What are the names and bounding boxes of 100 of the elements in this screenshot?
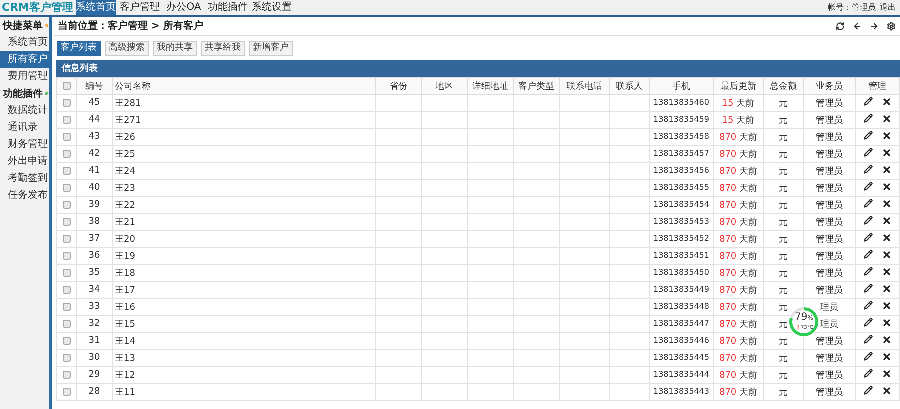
edit-icon[interactable] [864,369,872,378]
delete-icon[interactable] [882,216,892,226]
checkbox[interactable] [62,150,70,158]
delete-icon[interactable] [882,368,892,379]
edit-icon[interactable] [864,131,872,140]
column-header: 联系电话 [560,78,610,94]
edit-icon[interactable] [864,335,872,344]
table-cell: 管理员 [804,264,856,282]
edit-icon[interactable] [864,199,872,208]
settings-icon[interactable] [887,22,896,30]
delete-icon[interactable] [882,284,892,294]
checkbox[interactable] [62,336,70,345]
checkbox[interactable] [62,388,70,396]
nav-tab[interactable]: 系统设置 [252,0,292,15]
table-cell: 元 [764,264,804,282]
checkbox[interactable] [62,166,70,175]
table-cell: 13813835456 [654,166,710,175]
toolbar-button[interactable]: 我的共享 [153,40,197,56]
logout-link[interactable]: 退出 [880,0,896,15]
delete-icon[interactable] [882,164,892,175]
toolbar-button[interactable]: 新增客户 [249,40,293,56]
checkbox[interactable] [62,116,70,124]
sidebar-item[interactable]: 数据统计 [0,102,49,119]
forward-arrow-icon[interactable] [870,22,879,30]
checkbox[interactable] [62,320,70,328]
toolbar-button[interactable]: 客户列表 [57,40,101,56]
delete-icon[interactable] [882,334,892,345]
table-cell: 13813835453 [654,217,710,226]
table-cell: 元 [764,248,804,264]
refresh-icon[interactable] [836,22,845,30]
table-cell: 34 [76,282,112,298]
edit-icon[interactable] [864,301,872,310]
delete-icon[interactable] [882,386,892,396]
column-header: 联系人 [610,78,650,94]
delete-icon[interactable] [882,352,892,362]
delete-icon[interactable] [882,198,892,209]
checkbox[interactable] [62,98,70,107]
nav-tab[interactable]: 功能插件 [208,0,248,15]
delete-icon[interactable] [882,182,892,192]
table-cell: 870 天前 [719,388,758,398]
checkbox[interactable] [62,302,70,311]
delete-icon[interactable] [882,300,892,311]
edit-icon[interactable] [864,114,872,124]
checkbox[interactable] [62,252,70,260]
edit-icon[interactable] [864,97,872,106]
edit-icon[interactable] [864,165,872,174]
delete-icon[interactable] [882,266,892,277]
table-cell: 王23 [112,180,376,196]
checkbox[interactable] [62,82,70,90]
table-cell: 36 [76,248,112,264]
table-cell: 870 天前 [719,150,758,160]
table-cell: 王18 [112,264,376,282]
delete-icon[interactable] [882,232,892,243]
checkbox[interactable] [62,200,70,209]
table-cell: 13813835451 [654,251,710,260]
table-cell: 870 天前 [719,218,758,228]
back-arrow-icon[interactable] [853,22,862,30]
sidebar-item[interactable]: 所有客户 [0,51,49,68]
edit-icon[interactable] [864,233,872,242]
delete-icon[interactable] [882,148,892,158]
checkbox[interactable] [62,132,70,141]
delete-icon[interactable] [882,250,892,260]
checkbox[interactable] [62,234,70,243]
puzzle-icon [45,89,49,98]
delete-icon[interactable] [882,318,892,328]
sidebar-item[interactable]: 系统首页 [0,34,49,51]
table-cell: 元 [764,180,804,196]
nav-tab[interactable]: 系统首页 [76,0,116,15]
sidebar-item[interactable]: 考勤签到 [0,170,49,187]
table-cell: 王13 [112,350,376,366]
edit-icon[interactable] [864,386,872,396]
sidebar-item[interactable]: 任务发布 [0,187,49,204]
sidebar-item[interactable]: 费用管理 [0,68,49,85]
sidebar-item[interactable]: 财务管理 [0,136,49,153]
toolbar-button[interactable]: 高级搜索 [105,40,149,56]
toolbar-button[interactable]: 共享给我 [201,40,245,56]
checkbox[interactable] [62,370,70,379]
edit-icon[interactable] [864,216,872,226]
edit-icon[interactable] [864,352,872,362]
delete-icon[interactable] [882,114,892,124]
delete-icon[interactable] [882,130,892,141]
checkbox[interactable] [62,184,70,192]
sidebar-item[interactable]: 外出申请 [0,153,49,170]
nav-tab[interactable]: 办公OA [164,0,204,15]
checkbox[interactable] [62,286,70,294]
sidebar-item[interactable]: 通讯录 [0,119,49,136]
edit-icon[interactable] [864,148,872,158]
edit-icon[interactable] [864,182,872,192]
edit-icon[interactable] [864,318,872,328]
checkbox[interactable] [62,354,70,362]
checkbox[interactable] [62,218,70,226]
edit-icon[interactable] [864,250,872,260]
delete-icon[interactable] [882,96,892,107]
nav-tab[interactable]: 客户管理 [120,0,160,15]
table-cell: 870 天前 [719,200,758,210]
edit-icon[interactable] [864,284,872,294]
table-cell: 管理员 [804,146,856,162]
table-cell: 王281 [112,94,376,112]
edit-icon[interactable] [864,267,872,276]
checkbox[interactable] [62,268,70,277]
